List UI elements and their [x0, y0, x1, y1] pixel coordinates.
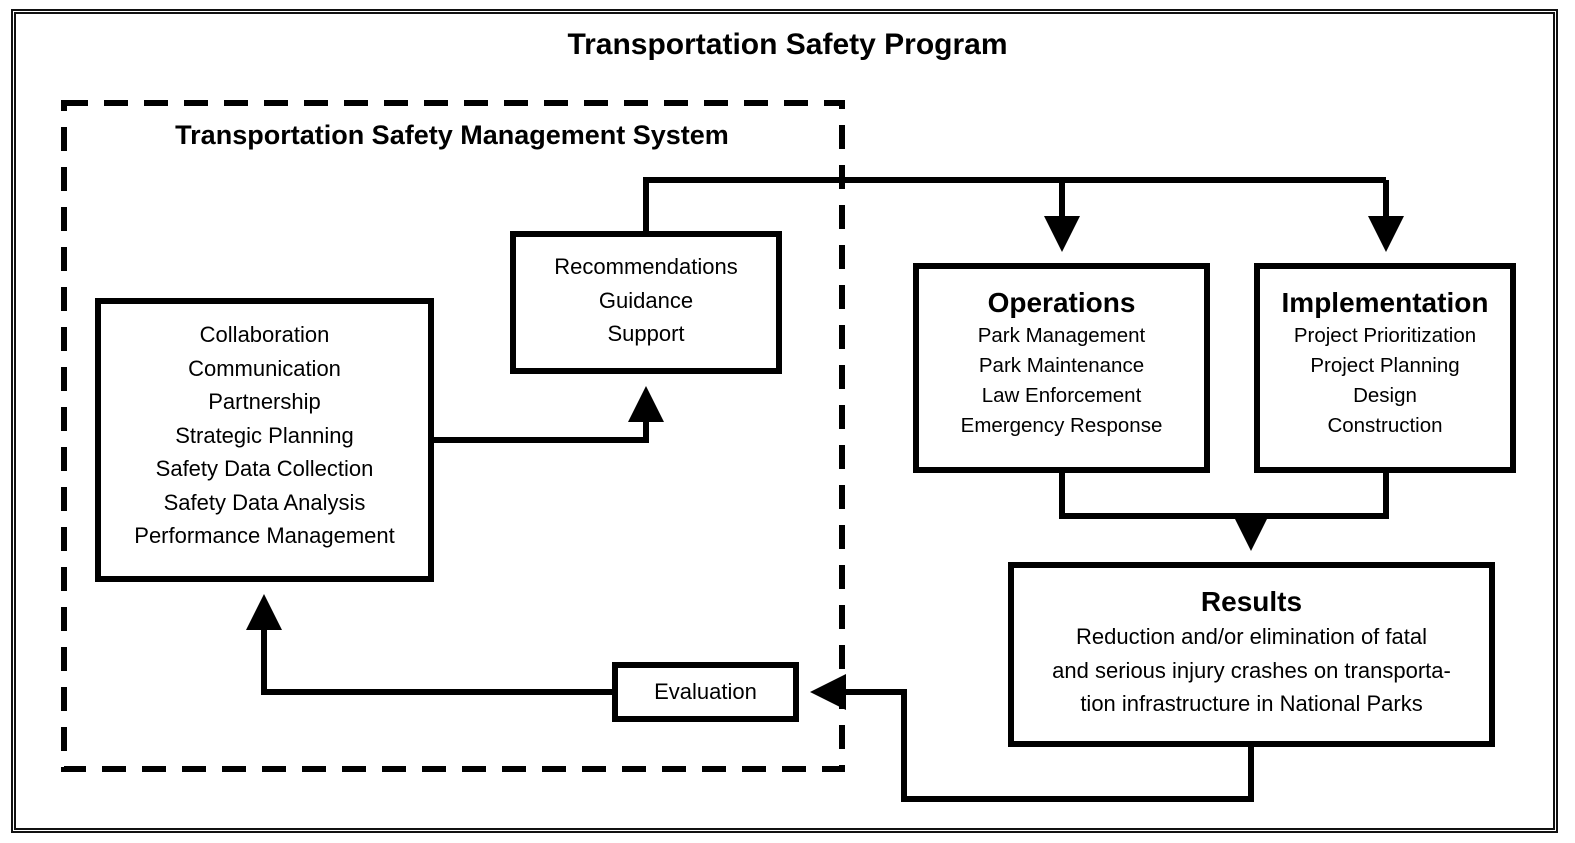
- core-item: Safety Data Analysis: [163, 489, 366, 515]
- implementation-item: Project Prioritization: [1293, 324, 1477, 347]
- results-title: Results: [1200, 586, 1303, 617]
- results-item: Reduction and/or elimination of fatal: [1076, 624, 1427, 649]
- implementation-title: Implementation: [1281, 287, 1489, 318]
- core-activities-box: Collaboration Communication Partnership …: [95, 298, 434, 582]
- recommendations-box: Recommendations Guidance Support: [510, 231, 782, 374]
- core-item: Communication: [188, 355, 341, 381]
- results-box: Results Reduction and/or elimination of …: [1008, 562, 1495, 747]
- operations-item: Park Maintenance: [978, 354, 1145, 377]
- core-item: Safety Data Collection: [155, 456, 374, 481]
- recommendations-item: Support: [607, 321, 685, 346]
- operations-item: Park Management: [977, 324, 1146, 347]
- connector-operations-implementation-merge: [1059, 471, 1389, 519]
- connector-evaluation-to-core: [246, 594, 614, 695]
- implementation-box: Implementation Project Prioritization Pr…: [1254, 263, 1516, 473]
- core-item: Partnership: [208, 389, 321, 414]
- evaluation-box: Evaluation: [612, 662, 799, 722]
- recommendations-item: Guidance: [598, 287, 694, 313]
- implementation-item: Design: [1353, 384, 1417, 407]
- evaluation-label: Evaluation: [654, 679, 757, 704]
- results-item: tion infrastructure in National Parks: [1080, 691, 1423, 716]
- recommendations-item: Recommendations: [554, 254, 738, 279]
- operations-item: Emergency Response: [960, 414, 1163, 437]
- operations-item: Law Enforcement: [981, 384, 1142, 407]
- results-item: and serious injury crashes on transporta…: [1052, 657, 1451, 683]
- core-item: Strategic Planning: [175, 422, 354, 448]
- implementation-item: Construction: [1327, 414, 1443, 437]
- tsms-title: Transportation Safety Management System: [175, 120, 729, 150]
- operations-box: Operations Park Management Park Maintena…: [913, 263, 1210, 473]
- core-item: Performance Management: [134, 523, 395, 548]
- program-title: Transportation Safety Program: [567, 28, 1008, 61]
- core-item: Collaboration: [199, 322, 330, 347]
- implementation-item: Project Planning: [1310, 354, 1460, 377]
- connector-core-to-recommendations: [433, 386, 664, 443]
- connector-recommendations-bus: [643, 177, 1386, 234]
- operations-title: Operations: [987, 287, 1136, 318]
